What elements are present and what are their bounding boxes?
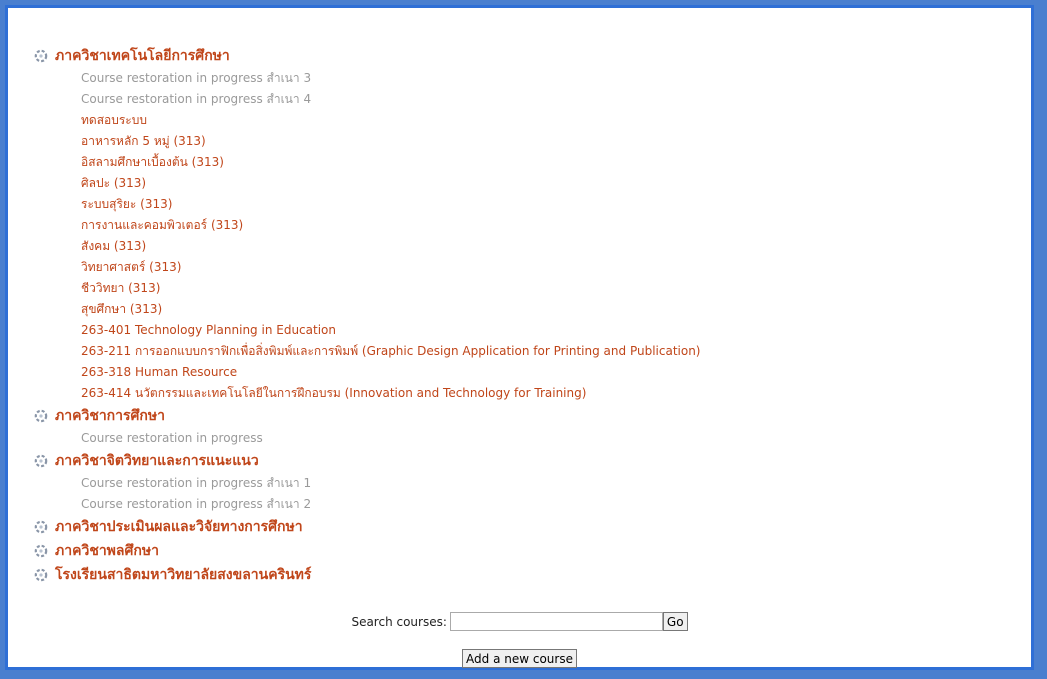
course-list: Course restoration in progress [81,428,1021,449]
category-title-link[interactable]: ภาควิชาเทคโนโลยีการศึกษา [55,45,230,67]
category-icon [33,408,49,424]
category-icon [33,543,49,559]
category-title-link[interactable]: ภาควิชาการศึกษา [55,405,165,427]
course-link[interactable]: ชีววิทยา (313) [81,278,1021,299]
course-link[interactable]: Course restoration in progress สำเนา 3 [81,68,1021,89]
category-icon [33,48,49,64]
category-header: ภาควิชาประเมินผลและวิจัยทางการศึกษา [33,515,1021,539]
go-button[interactable]: Go [662,612,688,631]
course-link[interactable]: ทดสอบระบบ [81,110,1021,131]
category-header: โรงเรียนสาธิตมหาวิทยาลัยสงขลานครินทร์ [33,563,1021,587]
course-link[interactable]: 263-318 Human Resource [81,362,1021,383]
category-header: ภาควิชาการศึกษา [33,404,1021,428]
course-link[interactable]: Course restoration in progress สำเนา 4 [81,89,1021,110]
search-courses-row: Search courses: Go [8,612,1031,631]
category-block: ภาควิชาประเมินผลและวิจัยทางการศึกษา [33,515,1021,539]
category-icon [33,453,49,469]
course-link[interactable]: Course restoration in progress สำเนา 2 [81,494,1021,515]
category-icon [33,567,49,583]
course-list: Course restoration in progress สำเนา 3 Co… [81,68,1021,404]
search-label: Search courses: [351,614,447,629]
category-block: ภาควิชาจิตวิทยาและการแนะแนว Course restor… [33,449,1021,515]
category-title-link[interactable]: ภาควิชาประเมินผลและวิจัยทางการศึกษา [55,516,303,538]
category-header: ภาควิชาจิตวิทยาและการแนะแนว [33,449,1021,473]
add-new-course-button[interactable]: Add a new course [462,649,577,668]
course-link[interactable]: 263-414 นวัตกรรมและเทคโนโลยีในการฝึกอบรม… [81,383,1021,404]
course-link[interactable]: สังคม (313) [81,236,1021,257]
category-title-link[interactable]: ภาควิชาจิตวิทยาและการแนะแนว [55,450,259,472]
category-title-link[interactable]: โรงเรียนสาธิตมหาวิทยาลัยสงขลานครินทร์ [55,564,311,586]
course-link[interactable]: 263-401 Technology Planning in Education [81,320,1021,341]
course-list: Course restoration in progress สำเนา 1 Co… [81,473,1021,515]
course-link[interactable]: ระบบสุริยะ (313) [81,194,1021,215]
category-list: ภาควิชาเทคโนโลยีการศึกษา Course restorati… [33,44,1021,587]
course-link[interactable]: วิทยาศาสตร์ (313) [81,257,1021,278]
category-header: ภาควิชาพลศึกษา [33,539,1021,563]
course-link[interactable]: Course restoration in progress สำเนา 1 [81,473,1021,494]
course-link[interactable]: สุขศึกษา (313) [81,299,1021,320]
category-block: ภาควิชาการศึกษา Course restoration in pro… [33,404,1021,449]
main-panel: ภาควิชาเทคโนโลยีการศึกษา Course restorati… [5,5,1034,670]
category-title-link[interactable]: ภาควิชาพลศึกษา [55,540,159,562]
category-block: โรงเรียนสาธิตมหาวิทยาลัยสงขลานครินทร์ [33,563,1021,587]
search-input[interactable] [449,612,663,631]
category-block: ภาควิชาพลศึกษา [33,539,1021,563]
course-link[interactable]: อิสลามศึกษาเบื้องต้น (313) [81,152,1021,173]
course-link[interactable]: อาหารหลัก 5 หมู่ (313) [81,131,1021,152]
course-link[interactable]: Course restoration in progress [81,428,1021,449]
category-block: ภาควิชาเทคโนโลยีการศึกษา Course restorati… [33,44,1021,404]
course-link[interactable]: 263-211 การออกแบบกราฟิกเพื่อสิ่งพิมพ์และ… [81,341,1021,362]
category-icon [33,519,49,535]
course-link[interactable]: การงานและคอมพิวเตอร์ (313) [81,215,1021,236]
course-link[interactable]: ศิลปะ (313) [81,173,1021,194]
category-header: ภาควิชาเทคโนโลยีการศึกษา [33,44,1021,68]
add-course-row: Add a new course [8,649,1031,668]
